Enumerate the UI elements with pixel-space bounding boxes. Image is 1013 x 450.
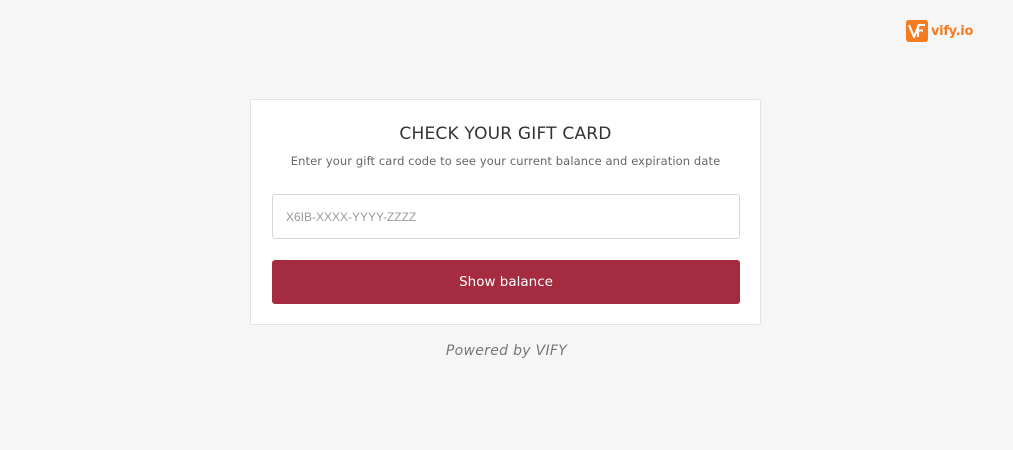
logo-text: vify.io <box>931 23 974 39</box>
vify-logo-icon <box>906 20 928 42</box>
page-title: CHECK YOUR GIFT CARD <box>399 124 612 144</box>
gift-card-check-panel: CHECK YOUR GIFT CARD Enter your gift car… <box>250 99 761 325</box>
powered-by-text: Powered by VIFY <box>445 343 568 359</box>
brand-logo[interactable]: vify.io <box>906 20 973 42</box>
page: vify.io CHECK YOUR GIFT CARD Enter your … <box>0 0 1013 450</box>
gift-card-code-input[interactable] <box>272 194 740 239</box>
page-subtitle: Enter your gift card code to see your cu… <box>290 154 721 168</box>
show-balance-button[interactable]: Show balance <box>272 260 740 304</box>
